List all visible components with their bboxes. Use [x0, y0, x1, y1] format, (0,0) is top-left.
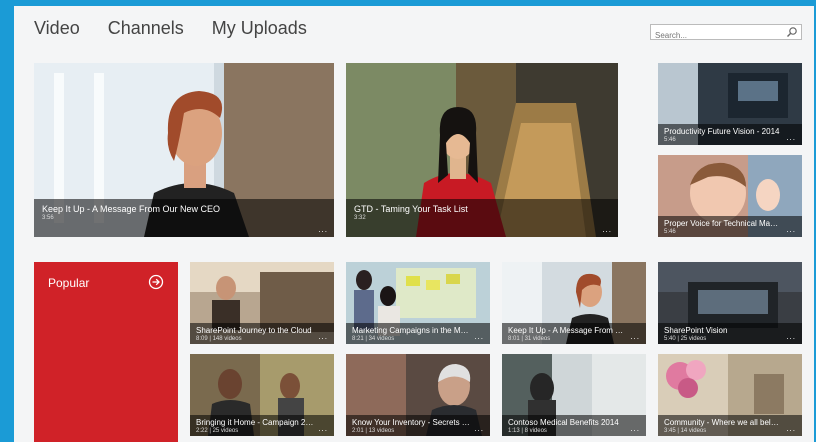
- channel-tile[interactable]: Marketing Campaigns in the Modern... 8:2…: [346, 262, 490, 344]
- video-caption: Contoso Medical Benefits 2014 1:13 | 8 v…: [502, 414, 646, 436]
- video-app: Video Channels My Uploads Keep It Up - A…: [14, 6, 814, 442]
- more-options-icon[interactable]: ...: [474, 332, 484, 341]
- more-options-icon[interactable]: ...: [602, 225, 612, 234]
- channel-tile[interactable]: SharePoint Journey to the Cloud 8:09 | 1…: [190, 262, 334, 344]
- video-title: Productivity Future Vision - 2014: [664, 126, 780, 136]
- tab-channels[interactable]: Channels: [108, 18, 184, 39]
- top-nav: Video Channels My Uploads: [34, 18, 307, 39]
- arrow-right-circle-icon[interactable]: [148, 274, 164, 290]
- video-title: Keep It Up - A Message From Our New CEO: [42, 203, 221, 214]
- video-meta: 5:40 | 25 videos: [664, 335, 707, 342]
- video-meta: 3:45 | 14 videos: [664, 427, 707, 434]
- video-caption: Keep It Up - A Message From Our New CEO …: [34, 198, 334, 237]
- video-duration: 3:56: [42, 214, 54, 221]
- channel-tile[interactable]: SharePoint Vision 5:40 | 25 videos ...: [658, 262, 802, 344]
- video-title: Proper Voice for Technical Manuals: [664, 218, 790, 228]
- video-title: Know Your Inventory - Secrets To Sell...: [352, 417, 484, 427]
- featured-video-3[interactable]: Productivity Future Vision - 2014 5:46 .…: [658, 63, 802, 145]
- more-options-icon[interactable]: ...: [318, 332, 328, 341]
- video-caption: Keep It Up - A Message From Our Ne... 8:…: [502, 322, 646, 344]
- more-options-icon[interactable]: ...: [630, 332, 640, 341]
- video-caption: GTD - Taming Your Task List 3:32 ...: [346, 198, 618, 237]
- search-box: [650, 24, 802, 43]
- video-title: Keep It Up - A Message From Our Ne...: [508, 325, 640, 335]
- more-options-icon[interactable]: ...: [474, 424, 484, 433]
- more-options-icon[interactable]: ...: [786, 332, 796, 341]
- video-title: GTD - Taming Your Task List: [354, 203, 468, 214]
- video-meta: 8:09 | 148 videos: [196, 335, 242, 342]
- video-caption: Community - Where we all belong 3:45 | 1…: [658, 414, 802, 436]
- featured-video-2[interactable]: GTD - Taming Your Task List 3:32 ...: [346, 63, 618, 237]
- channel-tile[interactable]: Keep It Up - A Message From Our Ne... 8:…: [502, 262, 646, 344]
- video-caption: Marketing Campaigns in the Modern... 8:2…: [346, 322, 490, 344]
- tab-my-uploads[interactable]: My Uploads: [212, 18, 307, 39]
- channel-tile[interactable]: Know Your Inventory - Secrets To Sell...…: [346, 354, 490, 436]
- video-duration: 5:46: [664, 228, 676, 235]
- video-caption: Know Your Inventory - Secrets To Sell...…: [346, 414, 490, 436]
- channel-tile[interactable]: Contoso Medical Benefits 2014 1:13 | 8 v…: [502, 354, 646, 436]
- more-options-icon[interactable]: ...: [786, 133, 796, 142]
- video-caption: Proper Voice for Technical Manuals 5:46 …: [658, 215, 802, 237]
- video-meta: 8:01 | 31 videos: [508, 335, 551, 342]
- video-caption: Productivity Future Vision - 2014 5:46 .…: [658, 123, 802, 145]
- video-caption: Bringing it Home - Campaign 2014 2:22 | …: [190, 414, 334, 436]
- more-options-icon[interactable]: ...: [630, 424, 640, 433]
- video-meta: 2:01 | 13 videos: [352, 427, 395, 434]
- featured-video-1[interactable]: Keep It Up - A Message From Our New CEO …: [34, 63, 334, 237]
- video-caption: SharePoint Journey to the Cloud 8:09 | 1…: [190, 322, 334, 344]
- video-title: SharePoint Vision: [664, 325, 728, 335]
- more-options-icon[interactable]: ...: [318, 225, 328, 234]
- video-meta: 8:21 | 34 videos: [352, 335, 395, 342]
- video-duration: 3:32: [354, 214, 366, 221]
- more-options-icon[interactable]: ...: [318, 424, 328, 433]
- video-title: Marketing Campaigns in the Modern...: [352, 325, 484, 335]
- video-title: Contoso Medical Benefits 2014: [508, 417, 619, 427]
- video-meta: 2:22 | 25 videos: [196, 427, 239, 434]
- video-title: Community - Where we all belong: [664, 417, 785, 427]
- popular-tile[interactable]: Popular: [34, 262, 178, 442]
- video-title: SharePoint Journey to the Cloud: [196, 325, 312, 335]
- search-input[interactable]: [651, 28, 787, 43]
- video-title: Bringing it Home - Campaign 2014: [196, 417, 319, 427]
- video-caption: SharePoint Vision 5:40 | 25 videos ...: [658, 322, 802, 344]
- featured-video-4[interactable]: Proper Voice for Technical Manuals 5:46 …: [658, 155, 802, 237]
- more-options-icon[interactable]: ...: [786, 225, 796, 234]
- popular-label: Popular: [48, 276, 90, 290]
- tab-video[interactable]: Video: [34, 18, 80, 39]
- video-duration: 5:46: [664, 136, 676, 143]
- channel-tile[interactable]: Bringing it Home - Campaign 2014 2:22 | …: [190, 354, 334, 436]
- video-meta: 1:13 | 8 videos: [508, 427, 547, 434]
- channel-tile[interactable]: Community - Where we all belong 3:45 | 1…: [658, 354, 802, 436]
- search-icon[interactable]: [786, 26, 798, 38]
- more-options-icon[interactable]: ...: [786, 424, 796, 433]
